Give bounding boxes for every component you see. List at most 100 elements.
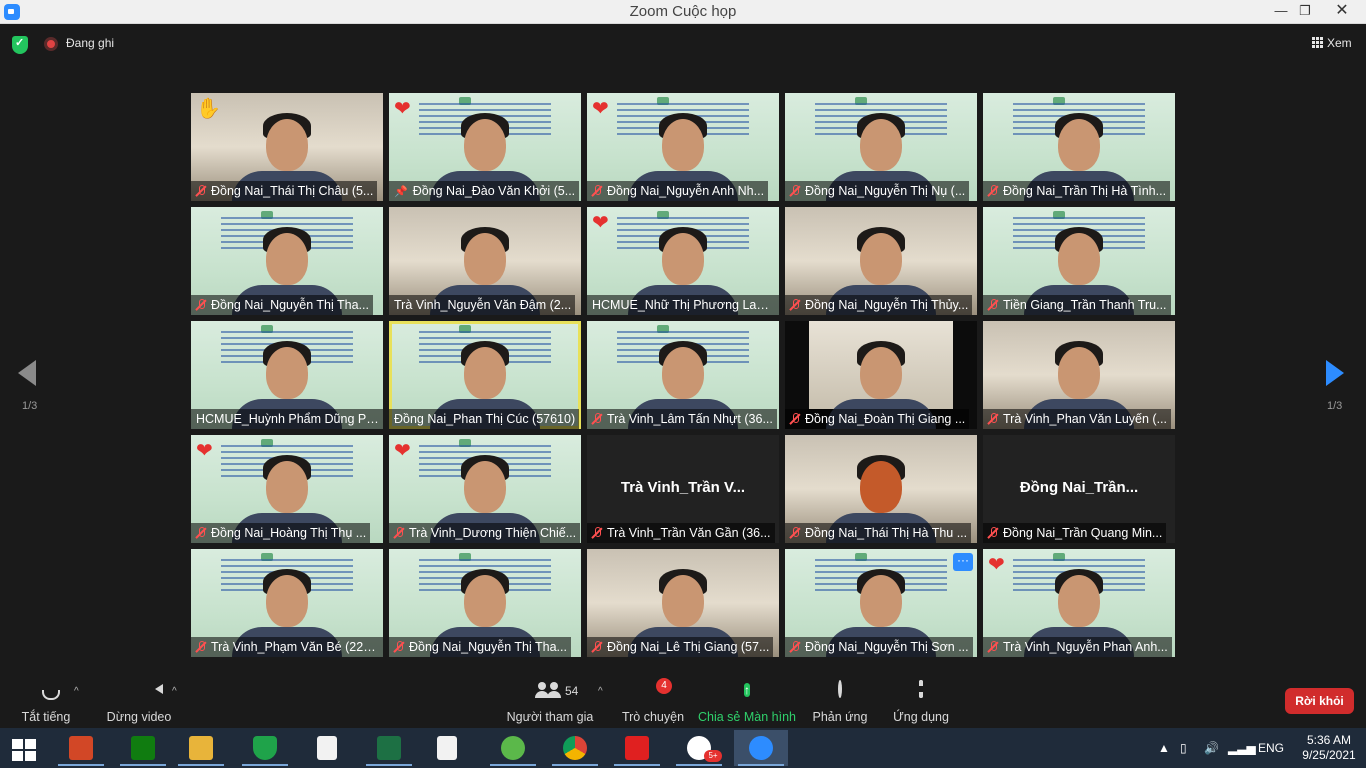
- apps-icon: [888, 680, 954, 704]
- tray-overflow-chevron-icon[interactable]: ▲: [1158, 741, 1170, 755]
- leave-meeting-button[interactable]: Rời khỏi: [1285, 688, 1354, 714]
- mic-muted-icon: [790, 641, 800, 653]
- mic-muted-icon: [196, 185, 206, 197]
- taskbar-powerpoint[interactable]: [54, 730, 108, 766]
- taskbar-chrome[interactable]: [548, 730, 602, 766]
- mic-muted-icon: [988, 413, 998, 425]
- participant-name: Đồng Nai_Lê Thị Giang (57...: [587, 637, 774, 657]
- previous-page-button[interactable]: [18, 360, 42, 390]
- mic-muted-icon: [592, 527, 602, 539]
- video-tile[interactable]: ❤ Đồng Nai_Nguyễn Anh Nh...: [587, 93, 779, 201]
- mic-muted-icon: [988, 641, 998, 653]
- taskbar-excel[interactable]: [362, 730, 416, 766]
- stop-video-button[interactable]: Dừng video: [104, 682, 174, 724]
- video-tile[interactable]: Trà Vinh_Phan Văn Luyến (...: [983, 321, 1175, 429]
- participant-name: Đồng Nai_Trần Quang Min...: [983, 523, 1167, 543]
- maximize-button[interactable]: ❐: [1290, 0, 1320, 22]
- view-button[interactable]: Xem: [1312, 36, 1352, 50]
- participant-face: [266, 347, 308, 399]
- taskbar-shield-app[interactable]: [238, 730, 292, 766]
- volume-icon[interactable]: 🔊: [1204, 741, 1219, 755]
- taskbar-zoom[interactable]: [734, 730, 788, 766]
- mic-muted-icon: [988, 527, 998, 539]
- apps-button[interactable]: Ứng dụng: [888, 680, 954, 724]
- taskbar-document-2[interactable]: [420, 730, 474, 766]
- mic-muted-icon: [394, 527, 404, 539]
- participant-face: [464, 233, 506, 285]
- video-tile[interactable]: Đồng Nai_Lê Thị Giang (57...: [587, 549, 779, 657]
- video-tile[interactable]: Đồng Nai_Nguyễn Thị Nụ (...: [785, 93, 977, 201]
- participant-name: Trà Vinh_Phan Văn Luyến (...: [983, 409, 1171, 429]
- video-tile[interactable]: Đồng Nai_Đoàn Thị Giang ...: [785, 321, 977, 429]
- taskbar-zalo[interactable]: 5+: [672, 730, 726, 766]
- participant-name: Trà Vinh_Nguyễn Văn Đậm (2...: [389, 295, 576, 315]
- taskbar-pdf[interactable]: [610, 730, 664, 766]
- video-tile[interactable]: Đồng Nai_Nguyễn Thị Thủy...: [785, 207, 977, 315]
- network-device-icon[interactable]: ▯: [1180, 741, 1187, 755]
- participant-name: Đồng Nai_Nguyễn Thị Sơn ...: [785, 637, 973, 657]
- video-tile[interactable]: HCMUE_Huỳnh Phẩm Dũng Ph...: [191, 321, 383, 429]
- chat-button[interactable]: 4 Trò chuyện: [620, 678, 686, 724]
- clock[interactable]: 5:36 AM 9/25/2021: [1296, 733, 1362, 763]
- chrome-icon: [563, 736, 587, 760]
- video-tile[interactable]: Trà Vinh_Lâm Tấn Nhựt (36...: [587, 321, 779, 429]
- zoom-icon: [749, 736, 773, 760]
- video-gallery: ✋ Đồng Nai_Thái Thị Châu (5... ❤ 📌 Đồng N…: [191, 93, 1175, 657]
- share-screen-button[interactable]: ↑ Chia sẻ Màn hình: [698, 682, 796, 724]
- participant-face: [1058, 347, 1100, 399]
- participant-name: Đồng Nai_Nguyễn Thị Nụ (...: [785, 181, 970, 201]
- video-camera-icon: [104, 682, 174, 704]
- participants-button[interactable]: 54 Người tham gia: [505, 682, 595, 724]
- video-tile[interactable]: Đồng Nai_Nguyễn Thị Tha...: [389, 549, 581, 657]
- video-tile[interactable]: Đồng Nai_Trần Thị Hà Tình...: [983, 93, 1175, 201]
- participant-face: [464, 347, 506, 399]
- taskbar-document[interactable]: [300, 730, 354, 766]
- clock-date: 9/25/2021: [1302, 748, 1356, 762]
- video-tile[interactable]: ❤ Trà Vinh_Dương Thiện Chiế...: [389, 435, 581, 543]
- smiley-icon: [810, 680, 870, 704]
- signal-icon[interactable]: ▂▃▅: [1228, 741, 1256, 755]
- more-options-button[interactable]: ···: [953, 553, 973, 571]
- participant-face: [1058, 119, 1100, 171]
- active-speaker-tile[interactable]: Đồng Nai_Phan Thị Cúc (57610): [389, 321, 581, 429]
- start-button[interactable]: [0, 730, 54, 766]
- participant-name: Đồng Nai_Hoàng Thị Thụ ...: [191, 523, 371, 543]
- recording-icon: [44, 37, 58, 51]
- video-tile[interactable]: ··· Đồng Nai_Nguyễn Thị Sơn ...: [785, 549, 977, 657]
- video-tile[interactable]: Trà Vinh_Trần V... Trà Vinh_Trần Văn Gần…: [587, 435, 779, 543]
- video-tile[interactable]: ❤ HCMUE_Nhữ Thị Phương Lan ...: [587, 207, 779, 315]
- chat-label: Trò chuyện: [621, 710, 685, 724]
- participant-face: [860, 233, 902, 285]
- taskbar-coccoc[interactable]: [486, 730, 540, 766]
- mute-button[interactable]: Tắt tiếng: [18, 682, 74, 724]
- taskbar-file-explorer[interactable]: [174, 730, 228, 766]
- video-tile[interactable]: ❤ 📌 Đồng Nai_Đào Văn Khởi (5...: [389, 93, 581, 201]
- reactions-button[interactable]: Phản ứng: [810, 680, 870, 724]
- coccoc-browser-icon: [501, 736, 525, 760]
- window-titlebar: Zoom Cuộc họp — ❐ ✕: [0, 0, 1366, 24]
- heart-reaction-icon: ❤: [988, 554, 1005, 576]
- input-language[interactable]: ENG: [1258, 741, 1284, 755]
- next-page-button[interactable]: [1326, 360, 1350, 390]
- video-tile[interactable]: Trà Vinh_Nguyễn Văn Đậm (2...: [389, 207, 581, 315]
- video-tile[interactable]: ❤ Đồng Nai_Hoàng Thị Thụ ...: [191, 435, 383, 543]
- participants-options-chevron-icon[interactable]: ^: [598, 686, 603, 697]
- participant-name: Đồng Nai_Đoàn Thị Giang ...: [785, 409, 970, 429]
- video-tile[interactable]: Đồng Nai_Nguyễn Thị Tha...: [191, 207, 383, 315]
- recording-label[interactable]: Đang ghi: [66, 36, 114, 50]
- meeting-topbar: Đang ghi Xem: [0, 24, 1366, 64]
- audio-options-chevron-icon[interactable]: ^: [74, 686, 79, 697]
- video-tile[interactable]: Trà Vinh_Phạm Văn Bé (221...: [191, 549, 383, 657]
- pin-icon: 📌: [394, 186, 408, 198]
- security-shield-icon[interactable]: [12, 36, 28, 54]
- participant-face: [266, 119, 308, 171]
- taskbar-store[interactable]: [116, 730, 170, 766]
- video-tile[interactable]: ❤ Trà Vinh_Nguyễn Phan Anh...: [983, 549, 1175, 657]
- video-tile[interactable]: ✋ Đồng Nai_Thái Thị Châu (5...: [191, 93, 383, 201]
- video-tile[interactable]: Đồng Nai_Trần... Đồng Nai_Trần Quang Min…: [983, 435, 1175, 543]
- video-tile[interactable]: Đồng Nai_Thái Thị Hà Thu ...: [785, 435, 977, 543]
- video-tile[interactable]: Tiền Giang_Trần Thanh Tru...: [983, 207, 1175, 315]
- close-button[interactable]: ✕: [1318, 0, 1366, 22]
- video-options-chevron-icon[interactable]: ^: [172, 686, 177, 697]
- participant-display-name: Đồng Nai_Trần...: [1019, 479, 1139, 496]
